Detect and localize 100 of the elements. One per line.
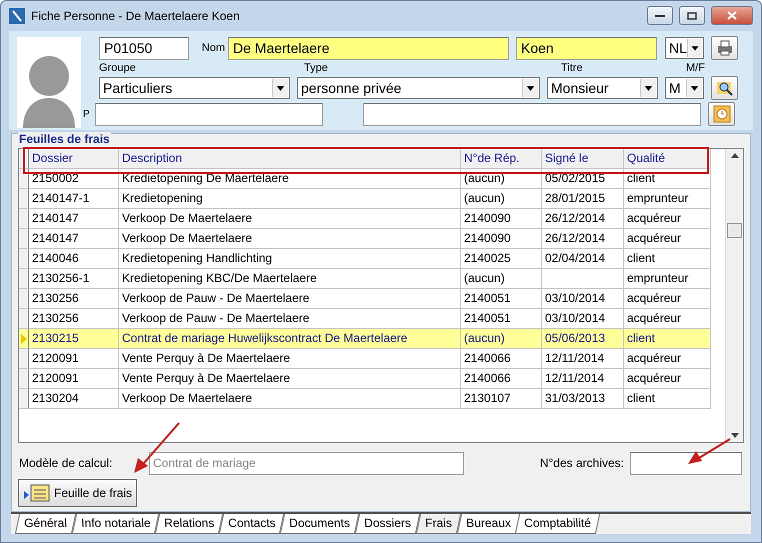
table-cell: 2120091 xyxy=(29,369,119,389)
tab[interactable]: Dossiers xyxy=(355,514,420,534)
table-cell: acquéreur xyxy=(624,309,711,329)
sex-select[interactable]: M xyxy=(665,77,704,100)
column-header[interactable]: Dossier xyxy=(29,149,119,169)
maximize-button[interactable] xyxy=(679,6,705,26)
table-cell: client xyxy=(624,329,711,349)
scroll-up-icon[interactable] xyxy=(730,153,738,158)
vertical-scrollbar[interactable] xyxy=(725,149,743,442)
tab[interactable]: Frais xyxy=(416,514,461,534)
minimize-button[interactable] xyxy=(647,6,673,26)
row-indicator[interactable] xyxy=(19,369,29,389)
archives-label: N°des archives: xyxy=(540,456,624,470)
scroll-thumb[interactable] xyxy=(727,223,742,238)
table-cell: Kredietopening De Maertelaere xyxy=(119,169,461,189)
row-indicator[interactable] xyxy=(19,269,29,289)
table-cell: 2130256-1 xyxy=(29,269,119,289)
row-indicator[interactable] xyxy=(19,249,29,269)
column-header[interactable]: Qualité xyxy=(624,149,711,169)
table-cell: acquéreur xyxy=(624,369,711,389)
tab[interactable]: Bureaux xyxy=(456,514,520,534)
table-cell: 03/10/2014 xyxy=(542,309,624,329)
table-cell: 2130215 xyxy=(29,329,119,349)
app-icon xyxy=(9,8,25,24)
row-indicator[interactable] xyxy=(19,389,29,409)
window-title: Fiche Personne - De Maertelaere Koen xyxy=(31,8,241,23)
table-cell: 2120091 xyxy=(29,349,119,369)
table-cell: 05/06/2013 xyxy=(542,329,624,349)
row-indicator[interactable] xyxy=(19,189,29,209)
table-cell: acquéreur xyxy=(624,209,711,229)
close-button[interactable] xyxy=(711,6,753,26)
row-indicator[interactable] xyxy=(19,349,29,369)
table-cell: emprunteur xyxy=(624,269,711,289)
table-cell: 12/11/2014 xyxy=(542,369,624,389)
notes-field[interactable] xyxy=(363,102,701,126)
row-indicator[interactable] xyxy=(19,329,29,349)
tab[interactable]: Documents xyxy=(280,514,360,534)
column-header[interactable]: Signé le xyxy=(542,149,624,169)
tab[interactable]: Général xyxy=(14,514,76,534)
row-indicator[interactable] xyxy=(19,209,29,229)
table-cell: client xyxy=(624,249,711,269)
table-cell: Kredietopening xyxy=(119,189,461,209)
close-icon xyxy=(727,11,737,20)
table-cell: 2140051 xyxy=(461,309,542,329)
table-cell: 2140046 xyxy=(29,249,119,269)
table-cell: Verkoop De Maertelaere xyxy=(119,389,461,409)
tab[interactable]: Info notariale xyxy=(72,514,160,534)
table-cell: client xyxy=(624,389,711,409)
sex-label: M/F xyxy=(686,62,705,74)
type-select[interactable]: personne privée xyxy=(297,77,540,100)
p-label: P xyxy=(83,108,90,120)
table-cell: Contrat de mariage Huwelijkscontract De Maertelaere xyxy=(119,329,461,349)
row-indicator[interactable] xyxy=(19,289,29,309)
table-cell: 2140066 xyxy=(461,369,542,389)
row-indicator[interactable] xyxy=(19,309,29,329)
title-label: Titre xyxy=(561,62,584,74)
group-label: Groupe xyxy=(99,62,137,74)
last-name-field[interactable]: De Maertelaere xyxy=(228,36,509,60)
table-cell: Vente Perquy à De Maertelaere xyxy=(119,349,461,369)
table-cell: acquéreur xyxy=(624,229,711,249)
language-select[interactable]: NL xyxy=(665,37,704,60)
archives-field[interactable] xyxy=(630,452,742,474)
table-cell: 02/04/2014 xyxy=(542,249,624,269)
scroll-down-icon[interactable] xyxy=(730,433,738,438)
table-cell: 2130256 xyxy=(29,309,119,329)
table-cell: 2130204 xyxy=(29,389,119,409)
table-cell: (aucun) xyxy=(461,189,542,209)
p-field[interactable] xyxy=(95,102,323,126)
table-cell: Verkoop De Maertelaere xyxy=(119,209,461,229)
table-cell: Vente Perquy à De Maertelaere xyxy=(119,369,461,389)
tab[interactable]: Relations xyxy=(154,514,224,534)
table-cell: (aucun) xyxy=(461,269,542,289)
column-header[interactable]: N°de Rép. xyxy=(461,149,542,169)
table-cell: 26/12/2014 xyxy=(542,209,624,229)
table-cell: 2140066 xyxy=(461,349,542,369)
table-cell: 2130256 xyxy=(29,289,119,309)
row-indicator[interactable] xyxy=(19,229,29,249)
table-cell: 2150002 xyxy=(29,169,119,189)
first-name-field[interactable]: Koen xyxy=(516,36,657,60)
table-cell: (aucun) xyxy=(461,329,542,349)
annotation-arrow xyxy=(688,438,731,464)
tab[interactable]: Contacts xyxy=(219,514,285,534)
column-header[interactable]: Description xyxy=(119,149,461,169)
printer-icon[interactable] xyxy=(711,36,738,60)
search-icon[interactable] xyxy=(711,76,738,100)
table-cell: 31/03/2013 xyxy=(542,389,624,409)
group-select[interactable]: Particuliers xyxy=(99,77,290,100)
person-id-field[interactable]: P01050 xyxy=(99,36,189,60)
section-title: Feuilles de frais xyxy=(18,132,111,146)
row-indicator[interactable] xyxy=(19,169,29,189)
table-cell: 2140025 xyxy=(461,249,542,269)
table-cell: client xyxy=(624,169,711,189)
name-label: Nom xyxy=(201,42,225,54)
expense-sheet-button[interactable]: Feuille de frais xyxy=(18,479,138,507)
tab[interactable]: Comptabilité xyxy=(515,514,600,534)
table-cell: acquéreur xyxy=(624,349,711,369)
table-cell: 05/02/2015 xyxy=(542,169,624,189)
model-label: Modèle de calcul: xyxy=(19,456,114,470)
table-cell: Verkoop De Maertelaere xyxy=(119,229,461,249)
title-select[interactable]: Monsieur xyxy=(547,77,658,100)
